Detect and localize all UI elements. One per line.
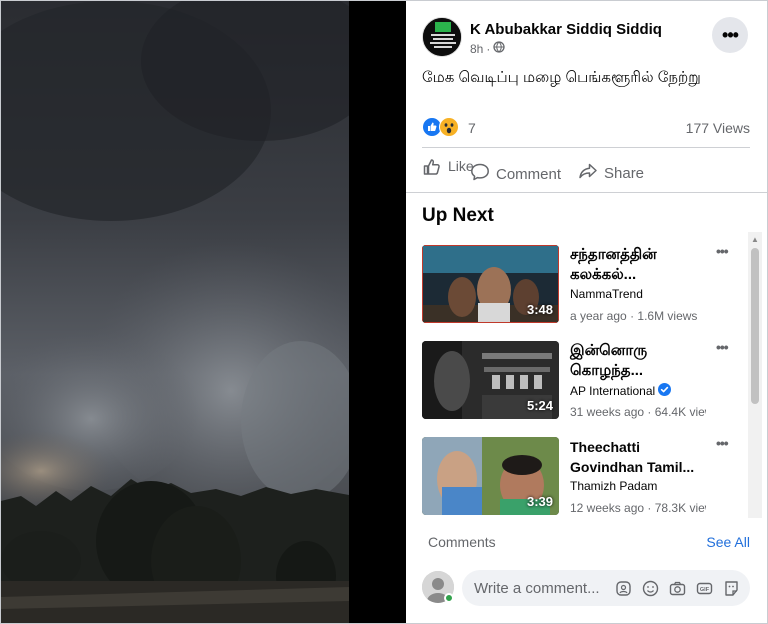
comment-input-icons: GIF: [614, 579, 741, 598]
share-arrow-icon: [578, 161, 598, 185]
comment-label: Comment: [496, 165, 562, 183]
reaction-icons[interactable]: [422, 117, 459, 142]
up-next-scrollbar[interactable]: ▲: [748, 232, 762, 518]
comment-button[interactable]: Comment: [470, 156, 561, 192]
video-frame-storm-clouds: [1, 1, 406, 623]
more-horizontal-icon: •••: [716, 435, 729, 451]
divider: [406, 192, 767, 193]
video-duration: 3:48: [526, 302, 553, 317]
scrollbar-thumb[interactable]: [751, 248, 759, 404]
sticker-icon[interactable]: [722, 579, 741, 598]
video-views: 1.6M views: [637, 309, 698, 323]
channel-name: AP International: [570, 384, 656, 398]
video-more-options-button[interactable]: •••: [716, 339, 729, 355]
video-channel[interactable]: AP International: [570, 383, 672, 399]
more-horizontal-icon: •••: [716, 339, 729, 355]
channel-name: Thamizh Padam: [570, 479, 658, 493]
channel-name: NammaTrend: [570, 287, 643, 301]
video-thumbnail[interactable]: 3:48: [422, 245, 559, 323]
video-channel[interactable]: NammaTrend: [570, 287, 643, 301]
see-all-comments-link[interactable]: See All: [706, 534, 750, 550]
online-status-dot: [444, 593, 454, 603]
author-avatar-image: [423, 18, 461, 56]
reactions-summary: 7 177 Views: [422, 117, 750, 139]
video-duration: 3:39: [526, 494, 553, 509]
up-next-list: 3:48 சந்தானத்தின் கலக்கல்... NammaTrend …: [406, 233, 767, 519]
up-next-video-item[interactable]: 5:24 இன்னொரு கொழந்த... AP International …: [422, 331, 744, 419]
video-stats: a year ago · 1.6M views: [570, 309, 706, 323]
post-time[interactable]: 8h: [470, 42, 483, 56]
post-caption: மேக வெடிப்பு மழை பெங்களூரில் நேற்று: [422, 69, 701, 86]
stats-separator: ·: [630, 309, 635, 323]
share-button[interactable]: Share: [578, 155, 644, 191]
video-stats: 31 weeks ago · 64.4K views: [570, 405, 706, 419]
author-avatar[interactable]: [422, 17, 462, 57]
gif-icon[interactable]: GIF: [695, 579, 714, 598]
up-next-heading: Up Next: [422, 205, 494, 226]
post-more-options-button[interactable]: •••: [712, 17, 748, 53]
video-views: 64.4K views: [654, 405, 706, 419]
more-horizontal-icon: •••: [722, 24, 739, 45]
more-horizontal-icon: •••: [716, 243, 729, 259]
video-age: 12 weeks ago: [570, 501, 645, 515]
meta-separator: ·: [486, 41, 491, 56]
camera-icon[interactable]: [668, 579, 687, 598]
video-title[interactable]: Theechatti Govindhan Tamil...: [570, 437, 706, 477]
video-player[interactable]: [1, 1, 406, 623]
like-button[interactable]: Like: [422, 151, 474, 187]
video-title[interactable]: இன்னொரு கொழந்த...: [570, 341, 706, 381]
post-detail-pane: K Abubakkar Siddiq Siddiq 8h · ••• மேக வ…: [406, 1, 767, 623]
video-views: 78.3K views: [654, 501, 706, 515]
video-title[interactable]: சந்தானத்தின் கலக்கல்...: [570, 245, 706, 285]
scroll-up-arrow-icon[interactable]: ▲: [748, 234, 762, 244]
video-more-options-button[interactable]: •••: [716, 243, 729, 259]
wow-reaction-icon: [439, 117, 459, 142]
share-label: Share: [604, 164, 645, 182]
up-next-video-item[interactable]: 3:39 Theechatti Govindhan Tamil... Thami…: [422, 427, 744, 515]
view-count: 177 Views: [685, 120, 750, 136]
stats-separator: ·: [647, 405, 652, 419]
post-header: K Abubakkar Siddiq Siddiq 8h ·: [422, 17, 752, 61]
stats-separator: ·: [647, 501, 652, 515]
video-stats: 12 weeks ago · 78.3K views: [570, 501, 706, 515]
video-thumbnail[interactable]: 5:24: [422, 341, 559, 419]
comments-bar: Comments See All: [406, 525, 767, 559]
author-name[interactable]: K Abubakkar Siddiq Siddiq: [470, 21, 662, 38]
globe-icon: [493, 41, 506, 56]
sticker-avatar-icon[interactable]: [614, 579, 633, 598]
video-age: a year ago: [570, 309, 627, 323]
emoji-icon[interactable]: [641, 579, 660, 598]
video-thumbnail[interactable]: 3:39: [422, 437, 559, 515]
comment-bubble-icon: [470, 162, 490, 186]
comment-composer: GIF: [422, 567, 752, 607]
comments-label: Comments: [428, 534, 496, 550]
reaction-count[interactable]: 7: [468, 120, 476, 136]
post-meta: 8h ·: [470, 41, 506, 56]
divider: [422, 147, 750, 148]
video-duration: 5:24: [526, 398, 553, 413]
thumbs-up-icon: [422, 157, 442, 181]
video-more-options-button[interactable]: •••: [716, 435, 729, 451]
post-actions: Like Comment Share: [422, 151, 750, 187]
svg-text:GIF: GIF: [700, 587, 710, 593]
video-channel[interactable]: Thamizh Padam: [570, 479, 657, 493]
verified-badge-icon: [658, 383, 672, 399]
video-age: 31 weeks ago: [570, 405, 645, 419]
up-next-video-item[interactable]: 3:48 சந்தானத்தின் கலக்கல்... NammaTrend …: [422, 235, 744, 323]
